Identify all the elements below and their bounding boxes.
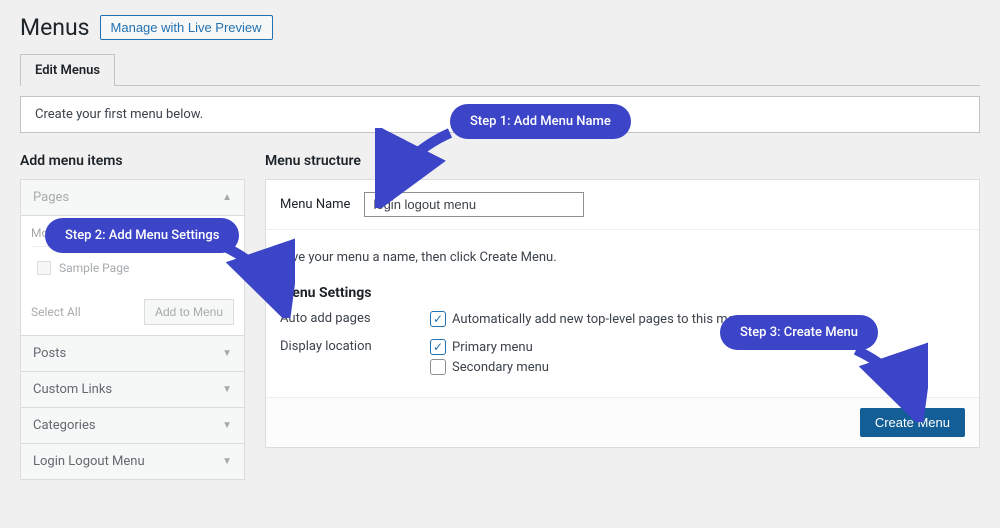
manage-live-preview-button[interactable]: Manage with Live Preview [100, 15, 273, 40]
accordion-custom-links-label: Custom Links [33, 382, 112, 397]
tabs: Edit Menus [20, 53, 980, 86]
select-all-link[interactable]: Select All [31, 305, 81, 319]
tab-edit-menus[interactable]: Edit Menus [20, 54, 115, 86]
annotation-arrow-icon [848, 342, 928, 422]
menu-name-label: Menu Name [280, 197, 350, 212]
accordion-posts-header[interactable]: Posts ▼ [21, 336, 244, 371]
chevron-down-icon: ▼ [222, 420, 232, 431]
annotation-step1: Step 1: Add Menu Name [450, 104, 631, 139]
accordion-login-logout-header[interactable]: Login Logout Menu ▼ [21, 444, 244, 479]
accordion-custom-links-header[interactable]: Custom Links ▼ [21, 372, 244, 407]
accordion-posts-label: Posts [33, 346, 66, 361]
accordion-pages-header[interactable]: Pages ▲ [21, 180, 244, 215]
menu-structure-heading: Menu structure [265, 153, 980, 169]
checkbox-icon [430, 359, 446, 375]
primary-menu-label: Primary menu [452, 340, 533, 355]
chevron-down-icon: ▼ [222, 456, 232, 467]
chevron-up-icon: ▲ [222, 192, 232, 203]
accordion-login-logout-label: Login Logout Menu [33, 454, 145, 469]
page-item-sample[interactable]: Sample Page [31, 247, 234, 293]
page-title: Menus [20, 14, 90, 41]
display-location-label: Display location [280, 339, 430, 379]
checkbox-checked-icon: ✓ [430, 311, 446, 327]
annotation-step2: Step 2: Add Menu Settings [45, 218, 239, 253]
chevron-down-icon: ▼ [222, 348, 232, 359]
auto-add-label: Auto add pages [280, 311, 430, 331]
accordion-categories-label: Categories [33, 418, 96, 433]
menu-settings-heading: Menu Settings [266, 285, 979, 301]
accordion-pages-label: Pages [33, 190, 69, 205]
annotation-step3: Step 3: Create Menu [720, 315, 878, 350]
add-items-heading: Add menu items [20, 153, 245, 169]
page-item-label: Sample Page [59, 261, 129, 275]
auto-add-pages-checkbox[interactable]: ✓ Automatically add new top-level pages … [430, 311, 965, 327]
accordion-categories-header[interactable]: Categories ▼ [21, 408, 244, 443]
checkbox-checked-icon: ✓ [430, 339, 446, 355]
secondary-menu-label: Secondary menu [452, 360, 549, 375]
menu-instruction: Give your menu a name, then click Create… [266, 230, 979, 285]
chevron-down-icon: ▼ [222, 384, 232, 395]
auto-add-option-label: Automatically add new top-level pages to… [452, 312, 749, 327]
annotation-arrow-icon [375, 128, 455, 208]
checkbox-icon[interactable] [37, 261, 51, 275]
